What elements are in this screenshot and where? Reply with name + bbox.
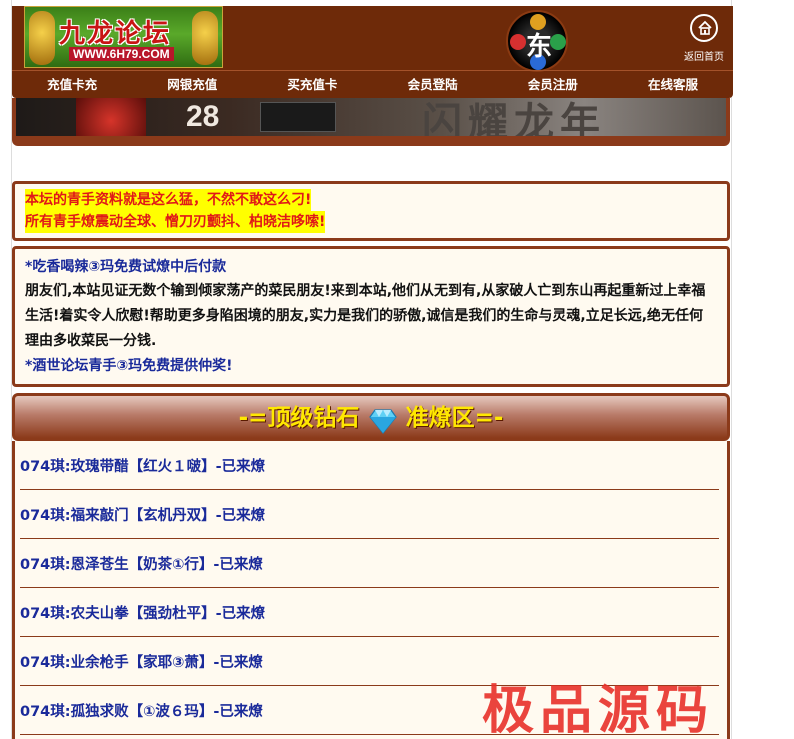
banner-frame: 28 闪耀龙年 bbox=[12, 98, 730, 146]
nav-item-support[interactable]: 在线客服 bbox=[613, 71, 733, 98]
site-logo[interactable]: 九龙论坛 WWW.6H79.COM bbox=[24, 6, 223, 68]
list-item[interactable]: 074琪:玫瑰带醋【红火１啵】-已来燎 bbox=[20, 441, 719, 490]
notice-line-2: 所有青手燎震动全球、憎刀刃颤抖、柏晓洁哆嗦! bbox=[25, 211, 326, 233]
notice-line-1: 本坛的青手资料就是这么猛，不然不敢这么刁! bbox=[25, 189, 312, 211]
list-item[interactable]: 074琪:农夫山拳【强劲杜平】-已来燎 bbox=[20, 588, 719, 637]
list-item[interactable]: 074琪:恩泽苍生【奶茶①行】-已来燎 bbox=[20, 539, 719, 588]
nav-item-login[interactable]: 会员登陆 bbox=[373, 71, 493, 98]
list-item-link[interactable]: 074琪:恩泽苍生【奶茶①行】-已来燎 bbox=[20, 553, 263, 574]
home-label: 返回首页 bbox=[684, 52, 724, 63]
notice-box: 本坛的青手资料就是这么猛，不然不敢这么刁! 所有青手燎震动全球、憎刀刃颤抖、柏晓… bbox=[12, 181, 730, 241]
watermark: 极品源码 bbox=[482, 681, 715, 739]
home-icon bbox=[698, 20, 712, 35]
intro-footer: *酒世论坛青手③玛免费提供仲奖! bbox=[25, 358, 233, 374]
diamond-icon bbox=[368, 408, 397, 434]
list-item-link[interactable]: 074琪:福来敲门【玄机丹双】-已来燎 bbox=[20, 504, 265, 525]
banner-number: 28 bbox=[186, 100, 220, 133]
nav-item-register[interactable]: 会员注册 bbox=[493, 71, 613, 98]
banner-headline: 闪耀龙年 bbox=[422, 100, 606, 136]
intro-body: 朋友们,本站见证无数个输到倾家荡产的菜民朋友!来到本站,他们从无到有,从家破人亡… bbox=[25, 283, 706, 349]
zone-title-bar: -=顶级钻石 准燎区=- bbox=[12, 393, 730, 441]
nav-item-buy-card[interactable]: 买充值卡 bbox=[252, 71, 372, 98]
nav-item-card-recharge[interactable]: 充值卡充 bbox=[12, 71, 132, 98]
emblem-icon: 东 bbox=[506, 10, 568, 72]
zone-title-left: -=顶级钻石 bbox=[238, 405, 360, 431]
list-item-link[interactable]: 074琪:农夫山拳【强劲杜平】-已来燎 bbox=[20, 602, 265, 623]
intro-box: *吃香喝辣③玛免费试燎中后付款 朋友们,本站见证无数个输到倾家荡产的菜民朋友!来… bbox=[12, 246, 730, 387]
dragon-right-icon bbox=[192, 11, 218, 65]
banner-figure bbox=[76, 98, 146, 136]
logo-title: 九龙论坛 bbox=[59, 19, 172, 49]
site-header: 九龙论坛 WWW.6H79.COM 东 返回首页 充值卡充 网银充值 买充值卡 … bbox=[12, 6, 733, 98]
nav-item-bank-recharge[interactable]: 网银充值 bbox=[132, 71, 252, 98]
banner-card bbox=[260, 102, 336, 132]
main-nav: 充值卡充 网银充值 买充值卡 会员登陆 会员注册 在线客服 bbox=[12, 70, 733, 98]
logo-url: WWW.6H79.COM bbox=[69, 47, 174, 61]
intro-heading: *吃香喝辣③玛免费试燎中后付款 bbox=[25, 259, 227, 275]
promo-banner[interactable]: 28 闪耀龙年 bbox=[16, 98, 726, 136]
home-button[interactable]: 返回首页 bbox=[676, 14, 732, 68]
list-item[interactable]: 074琪:福来敲门【玄机丹双】-已来燎 bbox=[20, 490, 719, 539]
zone-title-right: 准燎区=- bbox=[405, 405, 504, 431]
list-item-link[interactable]: 074琪:业余枪手【家耶③萧】-已来燎 bbox=[20, 651, 263, 672]
emblem-glyph: 东 bbox=[526, 32, 553, 62]
list-item-link[interactable]: 074琪:孤独求败【①波６玛】-已来燎 bbox=[20, 700, 263, 721]
dragon-left-icon bbox=[29, 11, 55, 65]
list-item-link[interactable]: 074琪:玫瑰带醋【红火１啵】-已来燎 bbox=[20, 455, 265, 476]
